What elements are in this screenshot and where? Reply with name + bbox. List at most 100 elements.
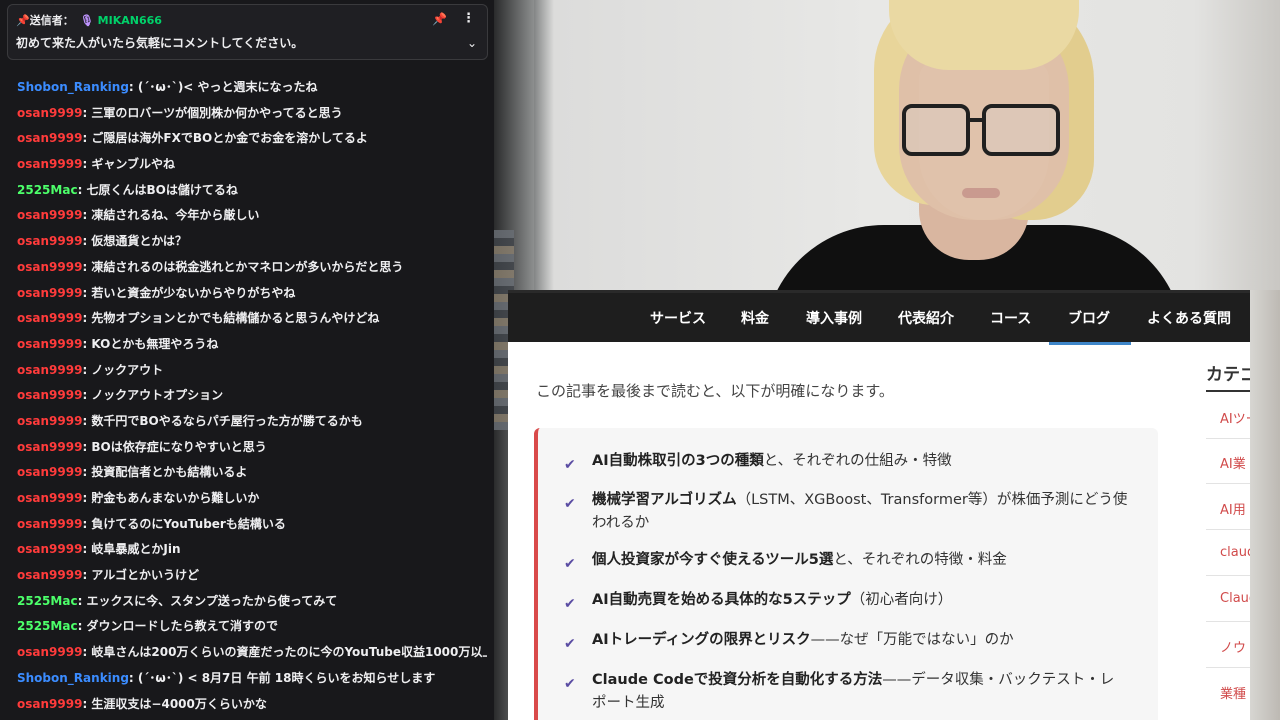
chat-text: : 仮想通貨とかは？ [82,234,187,249]
check-icon: ✔ [564,457,576,473]
chat-username[interactable]: osan9999 [17,286,82,300]
chat-username[interactable]: osan9999 [17,491,82,505]
summary-item: ✔ AI自動株取引の3つの種類と、それぞれの仕組み・特徴 [564,450,1128,473]
chat-username[interactable]: 2525Mac [17,183,78,197]
chat-message: osan9999: KOとかも無理やろうね [17,332,487,358]
chat-text: : KOとかも無理やろうね [82,336,219,351]
chat-message: osan9999: 若いと資金が少ないからやりがちやね [17,281,487,307]
sidebar-category-link[interactable]: AIツー [1220,408,1250,427]
chat-text: : 三軍のロバーツが個別株か何かやってると思う [82,105,343,120]
nav-item-pricing[interactable]: 料金 [741,293,769,342]
sidebar-category-link[interactable]: 業種 [1220,683,1246,702]
pinned-sender[interactable]: MIKAN666 [98,14,162,27]
pinned-sender-label: 送信者： [29,14,74,27]
summary-item: ✔ AIトレーディングの限界とリスク——なぜ「万能ではない」のか [564,629,1128,652]
nav-item-faq[interactable]: よくある質問 [1147,293,1231,342]
chat-username[interactable]: 2525Mac [17,594,78,608]
chat-username[interactable]: osan9999 [17,208,82,222]
chat-message: osan9999: 仮想通貨とかは？ [17,229,487,255]
chat-username[interactable]: osan9999 [17,260,82,274]
chat-message: osan9999: アルゴとかいうけど [17,563,487,589]
pin-icon: 📌 [16,13,30,27]
nav-item-services[interactable]: サービス [650,293,706,342]
chat-username[interactable]: osan9999 [17,311,82,325]
sidebar-category-link[interactable]: claude [1220,545,1250,560]
sidebar-divider [1206,438,1250,439]
chat-text: : 貯金もあんまないから難しいか [82,491,260,505]
check-icon: ✔ [564,676,576,692]
summary-item: ✔ AI自動売買を始める具体的な5ステップ（初心者向け） [564,589,1128,612]
summary-item: ✔ Claude Codeで投資分析を自動化する方法——データ収集・バックテスト… [564,672,1115,711]
chat-text: : ノックアウト [82,362,164,377]
summary-item: ✔ 個人投資家が今すぐ使えるツール5選と、それぞれの特徴・料金 [564,549,1128,572]
chat-panel: 📌 送信者： 🎙 MIKAN666 📌 ⋮ 初めて来た人がいたら気軽にコメントし… [0,0,494,720]
chat-username[interactable]: osan9999 [17,106,82,120]
sidebar-category-link[interactable]: AI業 [1220,453,1246,472]
chat-message: 2525Mac: ダウンロードしたら教えて消すので [17,614,487,640]
more-options-icon[interactable]: ⋮ [462,11,475,26]
article-summary-box: ✔ AI自動株取引の3つの種類と、それぞれの仕組み・特徴 ✔ 機械学習アルゴリズ… [534,428,1158,720]
nav-active-underline [1049,342,1131,345]
chat-text: : エックスに今、スタンプ送ったから使ってみて [77,593,338,608]
chat-text: : 凍結されるのは税金逃れとかマネロンが多いからだと思う [82,259,404,274]
chat-username[interactable]: osan9999 [17,337,82,351]
chat-message: Shobon_Ranking: (´･ω･`)< やっと週末になったね [17,75,487,101]
sidebar-divider [1206,575,1250,576]
glasses-right-lens [982,104,1060,156]
background-edge [1250,290,1280,720]
chat-text: : 数千円でBOやるならパチ屋行った方が勝てるかも [82,413,363,428]
chat-message: osan9999: 投資配信者とかも結構いるよ [17,460,487,486]
summary-item: ✔ 機械学習アルゴリズム（LSTM、XGBoost、Transformer等）が… [564,492,1128,531]
chat-text: : ギャンブルやね [82,157,176,172]
chat-username[interactable]: osan9999 [17,414,82,428]
chat-text: : ご隠居は海外FXでBOとか金でお金を溶かしてるよ [82,131,368,146]
pin-toggle-icon[interactable]: 📌 [432,12,447,26]
check-icon: ✔ [564,556,576,572]
nav-item-course[interactable]: コース [990,293,1031,342]
chat-text: : (´･ω･`) < 8月7日 午前 18時くらいをお知らせします [128,670,436,685]
chat-message: osan9999: ご隠居は海外FXでBOとか金でお金を溶かしてるよ [17,126,487,152]
sidebar-category-link[interactable]: AI用 [1220,499,1246,518]
chat-username[interactable]: osan9999 [17,234,82,248]
chat-message: osan9999: 三軍のロバーツが個別株か何かやってると思う [17,101,487,127]
chat-username[interactable]: 2525Mac [17,619,78,633]
chat-username[interactable]: osan9999 [17,568,82,582]
chat-text: : アルゴとかいうけど [82,568,200,583]
pinned-message[interactable]: 📌 送信者： 🎙 MIKAN666 📌 ⋮ 初めて来た人がいたら気軽にコメントし… [7,4,488,60]
sidebar-divider [1206,667,1250,668]
chat-text: : 負けてるのにYouTuberも結構いる [82,516,286,531]
chat-username[interactable]: osan9999 [17,465,82,479]
chat-username[interactable]: osan9999 [17,388,82,402]
chat-text: : 若いと資金が少ないからやりがちやね [82,285,296,300]
chat-message: osan9999: 生涯収支は−4000万くらいかな [17,692,487,718]
check-icon: ✔ [564,496,576,512]
nav-item-ceo[interactable]: 代表紹介 [898,293,954,342]
chat-text: : 先物オプションとかでも結構儲かると思うんやけどね [82,311,380,326]
check-icon: ✔ [564,596,576,612]
chat-username[interactable]: osan9999 [17,517,82,531]
nav-item-cases[interactable]: 導入事例 [806,293,862,342]
sidebar-category-link[interactable]: ノウ [1220,637,1246,656]
chat-text: : 岐阜暴威とかJin [82,542,181,557]
blog-page: サービス 料金 導入事例 代表紹介 コース ブログ よくある質問 この記事を最後… [508,290,1250,720]
chat-message: osan9999: 先物オプションとかでも結構儲かると思うんやけどね [17,306,487,332]
pinned-header: 📌 送信者： 🎙 MIKAN666 [16,12,162,28]
chat-message-list: Shobon_Ranking: (´･ω･`)< やっと週末になったね osan9… [17,75,487,717]
chat-username[interactable]: osan9999 [17,131,82,145]
chat-username[interactable]: osan9999 [17,542,82,556]
chat-username[interactable]: osan9999 [17,363,82,377]
chat-username[interactable]: osan9999 [17,157,82,171]
chat-message: osan9999: 貯金もあんまないから難しいか [17,486,487,512]
chat-username[interactable]: osan9999 [17,645,82,659]
sidebar-category-link[interactable]: Claud [1220,591,1250,606]
glasses-left-lens [902,104,970,156]
chat-text: : 生涯収支は−4000万くらいかな [82,696,267,711]
nav-item-blog[interactable]: ブログ [1068,293,1110,342]
chat-username[interactable]: osan9999 [17,440,82,454]
chat-message: osan9999: 凍結されるね、今年から厳しい [17,203,487,229]
chat-message: osan9999: ギャンブルやね [17,152,487,178]
chat-username[interactable]: osan9999 [17,697,82,711]
chevron-down-icon[interactable]: ⌄ [467,36,477,50]
chat-username[interactable]: Shobon_Ranking [17,80,129,94]
chat-username[interactable]: Shobon_Ranking [17,671,129,685]
